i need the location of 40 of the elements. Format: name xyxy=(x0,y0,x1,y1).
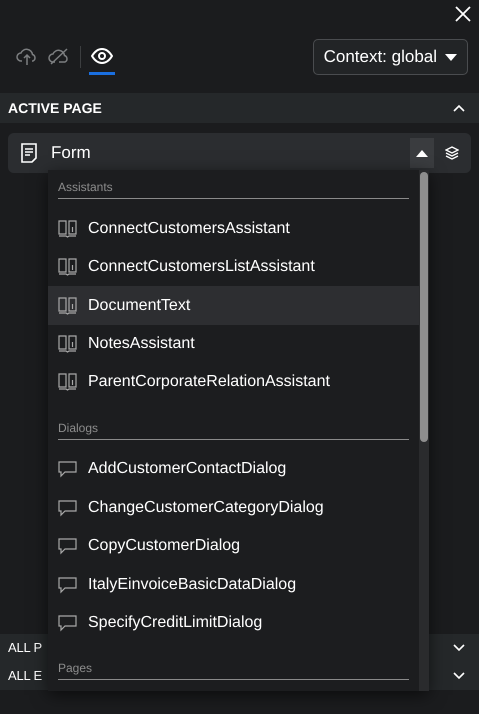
book-icon xyxy=(58,296,77,315)
toggle-button[interactable] xyxy=(410,138,434,168)
select-value: Form xyxy=(51,142,92,164)
list-item[interactable]: AddCustomerContactDialog xyxy=(48,450,419,489)
book-icon xyxy=(58,335,77,354)
caret-icon xyxy=(445,54,457,60)
chevron-down-icon[interactable] xyxy=(453,672,465,680)
chevron-up-icon[interactable] xyxy=(453,104,465,112)
context-dropdown[interactable]: Context: global xyxy=(312,39,468,75)
book-icon xyxy=(58,258,77,276)
list-item[interactable]: ItalyEinvoiceBasicDataDialog xyxy=(48,566,419,604)
speech-bubble-icon xyxy=(58,498,77,517)
speech-bubble-icon xyxy=(58,614,77,632)
speech-bubble-icon xyxy=(58,576,77,594)
list-item[interactable]: CopyCustomerDialog xyxy=(48,527,419,566)
section-title: ALL E xyxy=(8,667,42,686)
section-header[interactable]: ACTIVE PAGE xyxy=(0,93,479,123)
page-select[interactable]: Form xyxy=(8,133,471,173)
group-label: Dialogs xyxy=(58,420,98,436)
group-label: Pages xyxy=(58,661,92,676)
list-item[interactable]: ConnectCustomersListAssistant xyxy=(48,248,419,286)
speech-bubble-icon xyxy=(58,460,77,478)
close-icon[interactable] xyxy=(454,5,472,23)
list-item[interactable]: ParentCorporateRelationAssistant xyxy=(48,363,419,402)
section-title: ACTIVE PAGE xyxy=(8,98,102,118)
chevron-down-icon[interactable] xyxy=(453,644,465,652)
layers-icon[interactable] xyxy=(445,146,459,160)
speech-bubble-icon xyxy=(58,537,77,556)
book-icon xyxy=(58,220,77,238)
book-icon xyxy=(58,373,77,392)
scrollbar[interactable] xyxy=(419,170,429,691)
list-item[interactable]: ConnectCustomersAssistant xyxy=(48,210,419,248)
list-item[interactable]: NotesAssistant xyxy=(48,324,419,364)
group-label: Assistants xyxy=(58,180,113,195)
form-icon xyxy=(21,143,37,163)
list-item[interactable]: DocumentText xyxy=(48,286,419,325)
caret-up-icon xyxy=(416,150,428,156)
list-item[interactable]: SpecifyCreditLimitDialog xyxy=(48,604,419,642)
section-title: ALL P xyxy=(8,639,42,658)
list-item[interactable]: ChangeCustomerCategoryDialog xyxy=(48,488,419,528)
